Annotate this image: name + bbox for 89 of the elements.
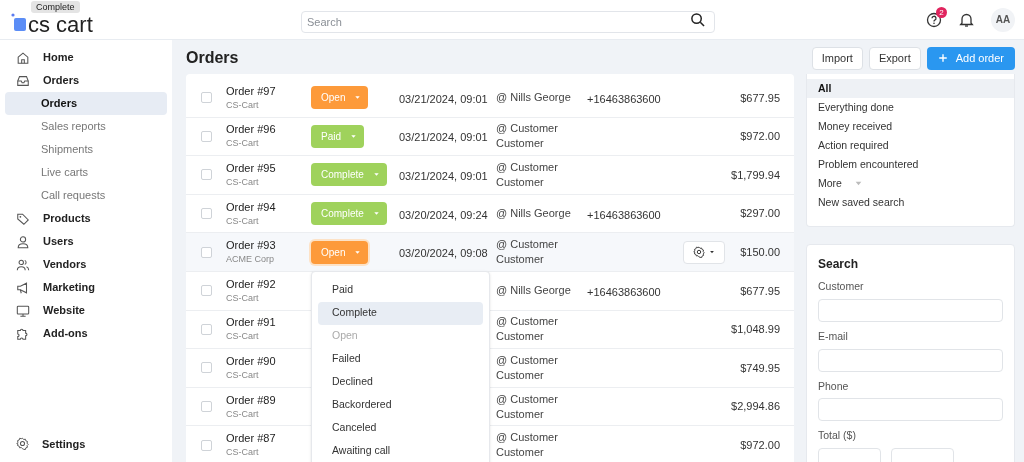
sidebar-item[interactable]: Home — [43, 49, 74, 66]
saved-search-item[interactable]: Money received — [818, 118, 893, 135]
field-label: Customer — [818, 279, 865, 294]
order-date: 03/21/2024, 09:01 — [399, 92, 488, 105]
customer-link[interactable]: @ Customer Customer — [496, 430, 587, 461]
order-total: $749.95 — [740, 360, 780, 376]
saved-search-item[interactable]: New saved search — [818, 194, 905, 211]
order-total: $297.00 — [740, 206, 780, 222]
order-number[interactable]: Order #96 — [226, 122, 311, 138]
saved-search-item[interactable]: More — [818, 175, 842, 192]
sidebar-item[interactable]: Vendors — [43, 256, 87, 273]
customer-link[interactable]: @ Customer Customer — [496, 314, 587, 345]
sidebar-item[interactable]: Products — [43, 210, 91, 227]
sidebar-subitem[interactable]: Shipments — [5, 138, 167, 161]
saved-search-item[interactable]: All — [818, 80, 832, 97]
phone-number: +16463863600 — [587, 285, 661, 298]
menu-item[interactable]: Complete — [318, 301, 483, 325]
vendor-name: CS-Cart — [226, 407, 260, 421]
sidebar-item[interactable]: Add-ons — [43, 325, 88, 342]
tooltip: Complete — [31, 1, 80, 13]
saved-search-item[interactable]: Everything done — [818, 99, 894, 116]
menu-item[interactable]: Canceled — [318, 416, 483, 440]
saved-search-item[interactable]: Action required — [818, 137, 889, 154]
avatar[interactable]: AA — [991, 7, 1015, 32]
order-number[interactable]: Order #89 — [226, 392, 311, 408]
customer-link[interactable]: @ Nills George — [496, 283, 587, 299]
sidebar-subitem[interactable]: Live carts — [5, 161, 167, 184]
toolbar-button[interactable]: Export — [868, 46, 921, 70]
sidebar-item[interactable]: Website — [43, 302, 85, 319]
panel-title: Search — [818, 256, 860, 273]
vendor-name: CS-Cart — [226, 368, 260, 382]
customer-link[interactable]: @ Customer Customer — [496, 391, 587, 422]
logo[interactable]: cs cart — [28, 13, 93, 36]
order-total: $677.95 — [740, 283, 780, 299]
phone-number: +16463863600 — [587, 208, 661, 221]
notification-badge: 2 — [936, 6, 947, 18]
order-number[interactable]: Order #87 — [226, 431, 311, 447]
sidebar-subitem[interactable]: Sales reports — [5, 115, 167, 138]
saved-search-item[interactable]: Problem encountered — [818, 156, 919, 173]
vendor-name: CS-Cart — [226, 291, 260, 305]
order-number[interactable]: Order #90 — [226, 353, 311, 369]
customer-link[interactable]: @ Customer Customer — [496, 160, 587, 190]
customer-link[interactable]: @ Nills George — [496, 206, 587, 222]
field-label: E-mail — [818, 328, 849, 344]
order-total: $150.00 — [740, 244, 780, 260]
customer-link[interactable]: @ Nills George — [496, 90, 587, 106]
menu-item[interactable]: Backordered — [318, 393, 483, 417]
vendor-name: CS-Cart — [226, 137, 260, 151]
field-label: Phone — [818, 378, 850, 394]
order-total: $972.00 — [740, 437, 780, 453]
field-label: Total ($) — [818, 428, 857, 444]
menu-item[interactable]: Failed — [318, 347, 483, 371]
order-number[interactable]: Order #95 — [226, 161, 311, 176]
order-total: $1,048.99 — [731, 322, 780, 338]
order-total: $972.00 — [740, 129, 780, 145]
search-field[interactable]: Search — [301, 10, 715, 33]
vendor-name: CS-Cart — [226, 330, 260, 344]
sidebar-item[interactable]: Marketing — [43, 279, 95, 296]
order-number[interactable]: Order #93 — [226, 238, 311, 254]
menu-item[interactable]: Awaiting call — [318, 439, 483, 462]
sidebar-item[interactable]: Users — [43, 233, 74, 250]
order-date: 03/20/2024, 09:24 — [399, 208, 488, 221]
vendor-name: ACME Corp — [226, 253, 275, 267]
menu-item[interactable]: Declined — [318, 370, 483, 394]
sidebar-subitem[interactable]: Call requests — [5, 184, 167, 207]
vendor-name: CS-Cart — [226, 214, 260, 228]
sidebar-subitem[interactable]: Orders — [5, 92, 167, 115]
order-date: 03/21/2024, 09:01 — [399, 131, 488, 144]
phone-number: +16463863600 — [587, 92, 661, 105]
sidebar-item[interactable]: Settings — [42, 435, 86, 452]
toolbar-button[interactable]: Import — [811, 46, 863, 70]
vendor-name: CS-Cart — [226, 98, 260, 112]
menu-item[interactable]: Paid — [318, 278, 483, 302]
order-total: $1,799.94 — [731, 167, 780, 183]
vendor-name: CS-Cart — [226, 446, 260, 460]
order-total: $2,994.86 — [731, 399, 780, 415]
order-number[interactable]: Order #91 — [226, 315, 311, 331]
order-total: $677.95 — [740, 90, 780, 106]
customer-link[interactable]: @ Customer Customer — [496, 121, 587, 152]
order-number[interactable]: Order #92 — [226, 276, 311, 292]
sidebar-item[interactable]: Orders — [43, 72, 80, 89]
page-title: Orders — [186, 48, 239, 68]
customer-link[interactable]: @ Customer Customer — [496, 352, 587, 383]
order-number[interactable]: Order #94 — [226, 199, 311, 215]
order-date: 03/21/2024, 09:01 — [399, 170, 488, 182]
order-date: 03/20/2024, 09:08 — [399, 247, 488, 260]
vendor-name: CS-Cart — [226, 176, 260, 189]
customer-link[interactable]: @ Customer Customer — [496, 237, 587, 268]
order-number[interactable]: Order #97 — [226, 83, 311, 99]
